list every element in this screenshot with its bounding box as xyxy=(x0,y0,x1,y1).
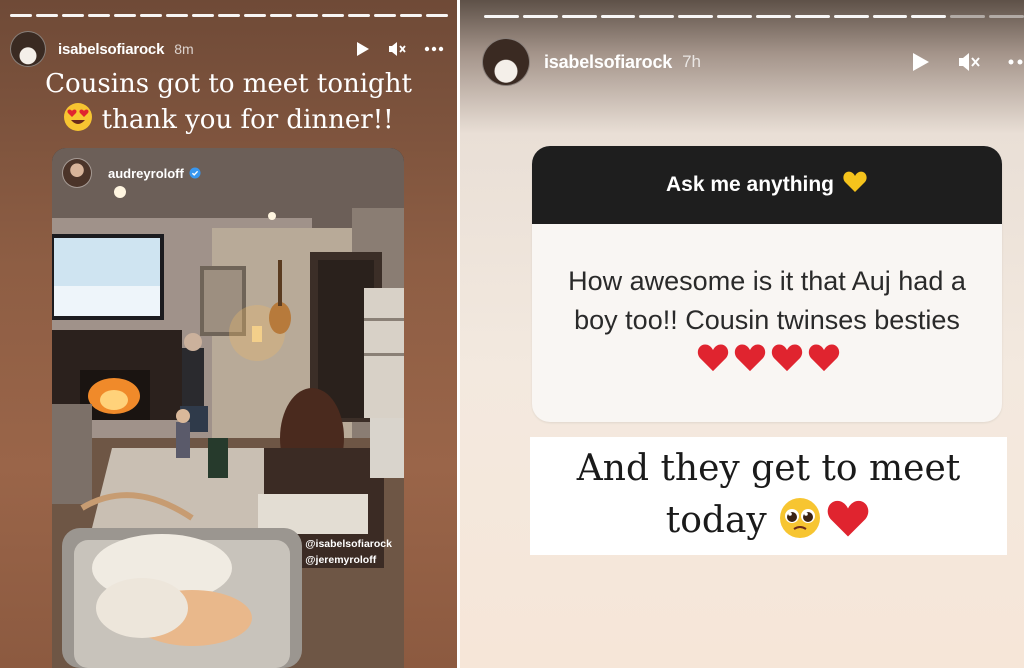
progress-segment xyxy=(36,14,58,17)
mention-tag-1[interactable]: @isabelsofiarock xyxy=(305,536,392,552)
mention-tags: @isabelsofiarock @jeremyroloff xyxy=(305,536,392,568)
progress-segment xyxy=(522,15,558,18)
caption-line-1: Cousins got to meet tonight xyxy=(45,69,412,99)
play-icon[interactable] xyxy=(912,52,930,72)
progress-segment xyxy=(374,14,396,17)
progress-segment xyxy=(950,15,986,18)
progress-segment xyxy=(88,14,110,17)
story-progress-bar xyxy=(10,14,448,17)
story-header: isabelsofiarock 7h xyxy=(482,38,1024,86)
progress-segment xyxy=(872,15,908,18)
avatar[interactable] xyxy=(482,38,530,86)
question-text: How awesome is it that Auj had a boy too… xyxy=(532,224,1002,385)
progress-segment xyxy=(600,15,636,18)
progress-segment xyxy=(561,15,597,18)
embedded-avatar[interactable] xyxy=(62,158,92,188)
answer-line-2: today xyxy=(665,500,767,541)
embedded-post[interactable]: audreyroloff @isabelsofiarock @jeremyrol… xyxy=(52,148,404,668)
story-username[interactable]: isabelsofiarock xyxy=(58,41,164,58)
answer-text-box: And they get to meet today xyxy=(530,437,1007,555)
progress-segment xyxy=(270,14,292,17)
mute-icon[interactable] xyxy=(388,41,406,57)
caption-line-2: thank you for dinner!! xyxy=(101,105,394,135)
red-heart-emoji xyxy=(733,342,767,385)
story-right[interactable]: isabelsofiarock 7h Ask me anything How a… xyxy=(460,0,1024,668)
story-username[interactable]: isabelsofiarock xyxy=(544,52,672,73)
progress-segment xyxy=(114,14,136,17)
mute-icon[interactable] xyxy=(958,52,980,72)
question-sticker-header: Ask me anything xyxy=(532,146,1002,224)
progress-segment xyxy=(756,15,791,18)
story-header: isabelsofiarock 8m xyxy=(10,30,450,68)
red-heart-emoji xyxy=(825,498,871,555)
pleading-face-emoji xyxy=(778,496,822,555)
progress-segment xyxy=(989,15,1024,18)
progress-segment xyxy=(678,15,714,18)
more-icon[interactable] xyxy=(1008,59,1024,65)
red-heart-emoji-group xyxy=(693,344,841,374)
mention-tag-2[interactable]: @jeremyroloff xyxy=(305,552,392,568)
progress-segment xyxy=(639,15,675,18)
story-progress-bar xyxy=(484,15,1024,18)
question-sticker-title: Ask me anything xyxy=(665,173,835,196)
yellow-heart-emoji xyxy=(842,170,868,200)
embedded-post-header: audreyroloff xyxy=(62,158,201,188)
story-caption: Cousins got to meet tonight thank you fo… xyxy=(0,66,457,142)
progress-segment xyxy=(218,14,240,17)
progress-segment xyxy=(484,15,519,18)
progress-segment xyxy=(833,15,869,18)
progress-segment xyxy=(166,14,188,17)
progress-segment xyxy=(296,14,318,17)
progress-segment xyxy=(140,14,162,17)
progress-segment xyxy=(322,14,344,17)
play-icon[interactable] xyxy=(356,41,370,57)
progress-segment xyxy=(794,15,830,18)
progress-segment xyxy=(244,14,266,17)
progress-segment xyxy=(426,14,448,17)
question-body: How awesome is it that Auj had a boy too… xyxy=(568,266,966,335)
progress-segment xyxy=(62,14,84,17)
progress-segment xyxy=(348,14,370,17)
heart-eyes-emoji xyxy=(63,102,93,142)
progress-segment xyxy=(717,15,753,18)
red-heart-emoji xyxy=(696,342,730,385)
red-heart-emoji xyxy=(807,342,841,385)
avatar[interactable] xyxy=(10,31,46,67)
more-icon[interactable] xyxy=(424,46,444,52)
question-sticker[interactable]: Ask me anything How awesome is it that A… xyxy=(532,146,1002,422)
embedded-username[interactable]: audreyroloff xyxy=(108,166,184,181)
progress-segment xyxy=(10,14,32,17)
progress-segment xyxy=(400,14,422,17)
verified-badge-icon xyxy=(189,167,201,179)
answer-line-1: And they get to meet xyxy=(576,448,961,489)
progress-segment xyxy=(192,14,214,17)
story-timestamp: 7h xyxy=(682,52,701,71)
story-timestamp: 8m xyxy=(174,41,194,57)
story-left[interactable]: isabelsofiarock 8m Cousins got to meet t… xyxy=(0,0,457,668)
living-room-photo xyxy=(52,148,404,668)
red-heart-emoji xyxy=(770,342,804,385)
progress-segment xyxy=(911,15,947,18)
